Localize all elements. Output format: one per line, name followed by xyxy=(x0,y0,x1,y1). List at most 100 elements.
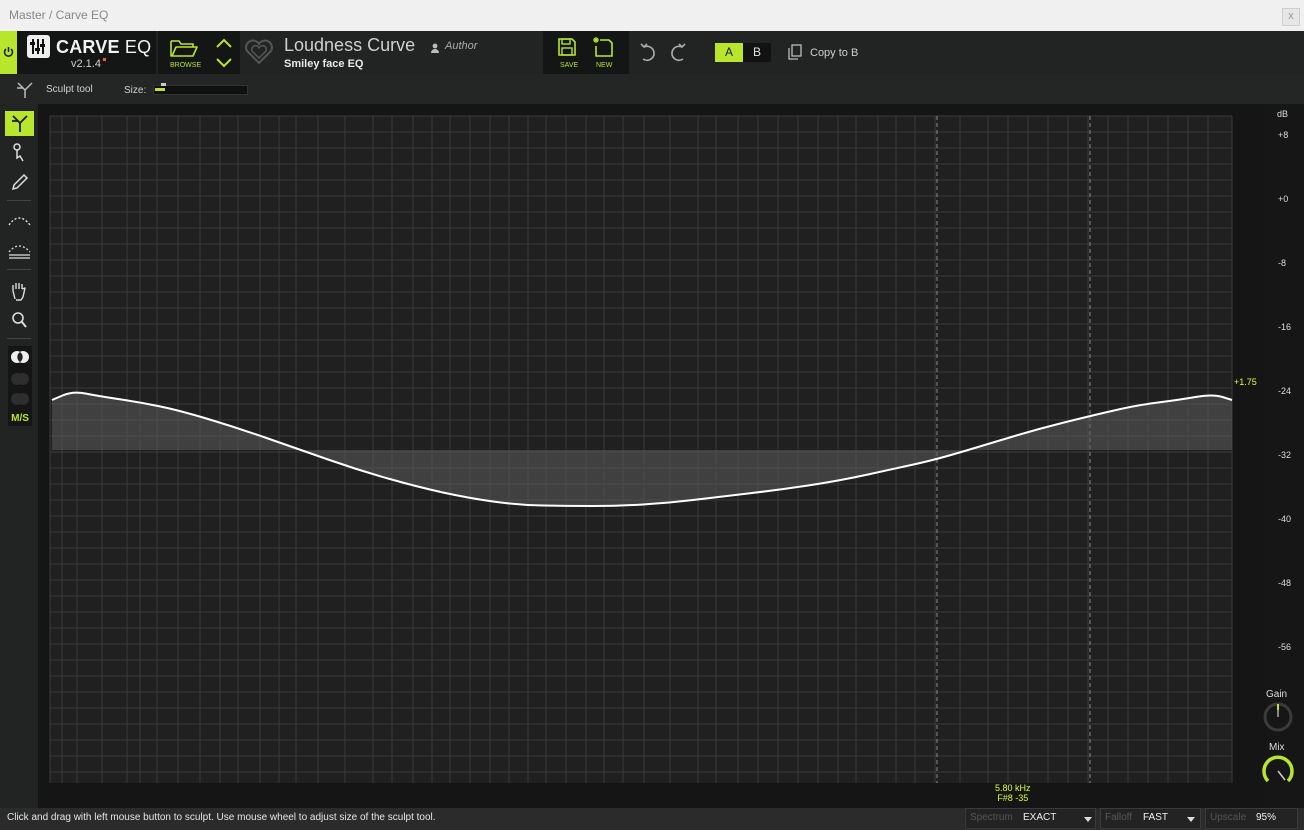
mix-label: Mix xyxy=(1269,742,1285,753)
pencil-tool-button[interactable] xyxy=(5,169,34,194)
gain-knob-icon xyxy=(1263,702,1293,732)
spectrum-select[interactable]: Spectrum EXACT xyxy=(965,808,1096,829)
window-titlebar: Master / Carve EQ xyxy=(0,0,1304,32)
sculpt-icon xyxy=(12,115,28,132)
copy-to-b-button[interactable]: Copy to B xyxy=(810,47,858,59)
upscale-field[interactable]: Upscale 95% xyxy=(1205,808,1298,829)
db-unit-label: dB xyxy=(1277,109,1289,119)
version-label: v2.1.4 xyxy=(71,58,101,70)
falloff-value: FAST xyxy=(1143,812,1169,823)
favorite-button[interactable] xyxy=(244,37,274,67)
sidebar-divider xyxy=(7,338,31,339)
sculpt-tool-icon xyxy=(15,80,35,105)
author-icon xyxy=(430,40,440,58)
eq-graph-canvas[interactable] xyxy=(38,104,1265,808)
eq-graph[interactable] xyxy=(38,104,1265,808)
save-button[interactable] xyxy=(557,37,577,62)
stereo-left-icon xyxy=(11,373,29,385)
redo-icon xyxy=(671,43,686,62)
db-tick: -32 xyxy=(1278,450,1292,460)
ab-a-button[interactable]: A xyxy=(715,43,743,62)
size-slider-thumb[interactable] xyxy=(161,83,166,86)
falloff-select[interactable]: Falloff FAST xyxy=(1100,808,1201,829)
logo-suffix: EQ xyxy=(124,37,152,57)
window-title: Master / Carve EQ xyxy=(9,8,109,22)
mix-knob[interactable] xyxy=(1260,753,1296,794)
undo-button[interactable] xyxy=(638,42,658,67)
hand-tool-button[interactable] xyxy=(5,279,34,304)
save-icon xyxy=(558,38,576,56)
tool-name-label: Sculpt tool xyxy=(46,84,93,95)
folder-icon xyxy=(170,40,198,57)
pencil-icon xyxy=(11,173,29,191)
update-dot xyxy=(103,58,106,61)
falloff-label: Falloff xyxy=(1105,812,1133,823)
new-icon xyxy=(593,37,613,57)
curve-value-label: +1.75 xyxy=(1234,377,1257,387)
logo-icon xyxy=(27,35,50,58)
magnifier-icon xyxy=(12,312,27,328)
pointer-tool-button[interactable] xyxy=(5,140,34,165)
preset-subtitle: Smiley face EQ xyxy=(284,58,364,70)
heart-icon xyxy=(245,39,273,65)
size-slider[interactable] xyxy=(153,85,248,95)
browse-label: BROWSE xyxy=(170,62,202,69)
upscale-label: Upscale xyxy=(1210,812,1247,823)
sculpt-tool-button[interactable] xyxy=(5,111,34,136)
chevron-down-icon xyxy=(1187,817,1195,822)
readout-note: F#8 -35 xyxy=(997,793,1029,803)
sidebar-divider xyxy=(7,269,31,270)
preset-nav[interactable] xyxy=(213,35,235,71)
new-label: NEW xyxy=(596,62,613,69)
size-label: Size: xyxy=(124,85,147,96)
pointer-icon xyxy=(13,143,24,162)
logo-name: CARVE xyxy=(56,37,120,57)
stereo-right-button[interactable] xyxy=(10,391,30,412)
zoom-tool-button[interactable] xyxy=(5,307,34,332)
mix-knob-icon xyxy=(1262,755,1294,783)
stereo-link-button[interactable] xyxy=(10,349,30,370)
ab-b-button[interactable]: B xyxy=(743,43,771,62)
spectrum-value: EXACT xyxy=(1023,812,1057,823)
power-icon xyxy=(3,47,14,57)
status-message: Click and drag with left mouse button to… xyxy=(7,812,436,823)
close-button[interactable]: x xyxy=(1282,8,1300,26)
author-label: Author xyxy=(445,40,478,52)
layered-curve-icon xyxy=(8,245,31,259)
new-button[interactable] xyxy=(592,36,614,63)
copy-icon[interactable] xyxy=(788,44,802,65)
spectrum-label: Spectrum xyxy=(970,812,1013,823)
preset-name[interactable]: Loudness Curve xyxy=(284,35,415,56)
db-tick: +8 xyxy=(1278,130,1289,140)
curve-icon xyxy=(8,217,31,226)
db-tick: -24 xyxy=(1278,386,1292,396)
hand-icon xyxy=(12,283,26,301)
upscale-value: 95% xyxy=(1256,812,1277,823)
db-tick: -40 xyxy=(1278,514,1292,524)
stereo-link-icon xyxy=(11,351,29,363)
chevron-down-icon xyxy=(1084,817,1092,822)
gain-knob[interactable] xyxy=(1262,701,1294,738)
power-button[interactable] xyxy=(0,31,17,74)
undo-icon xyxy=(640,43,655,62)
stereo-left-button[interactable] xyxy=(10,371,30,392)
redo-button[interactable] xyxy=(668,42,688,67)
db-tick: +0 xyxy=(1278,194,1289,204)
preset-up-down-icon xyxy=(216,38,232,68)
layered-curve-tool-button[interactable] xyxy=(5,238,34,263)
db-tick: -48 xyxy=(1278,578,1292,588)
db-tick: -16 xyxy=(1278,322,1292,332)
gain-label: Gain xyxy=(1266,689,1288,700)
mid-side-button[interactable]: M/S xyxy=(8,412,32,426)
size-slider-fill xyxy=(155,88,165,91)
db-tick: -56 xyxy=(1278,642,1292,652)
sidebar-divider xyxy=(7,200,31,201)
save-label: SAVE xyxy=(560,62,579,69)
save-new-block xyxy=(543,31,629,74)
stereo-right-icon xyxy=(11,393,29,405)
frequency-readout: 5.80 kHz F#8 -35 xyxy=(995,783,1031,803)
logo-text: CARVE EQ xyxy=(56,37,151,58)
readout-frequency: 5.80 kHz xyxy=(995,783,1031,793)
db-tick: -8 xyxy=(1278,258,1287,268)
curve-tool-button[interactable] xyxy=(5,209,34,234)
